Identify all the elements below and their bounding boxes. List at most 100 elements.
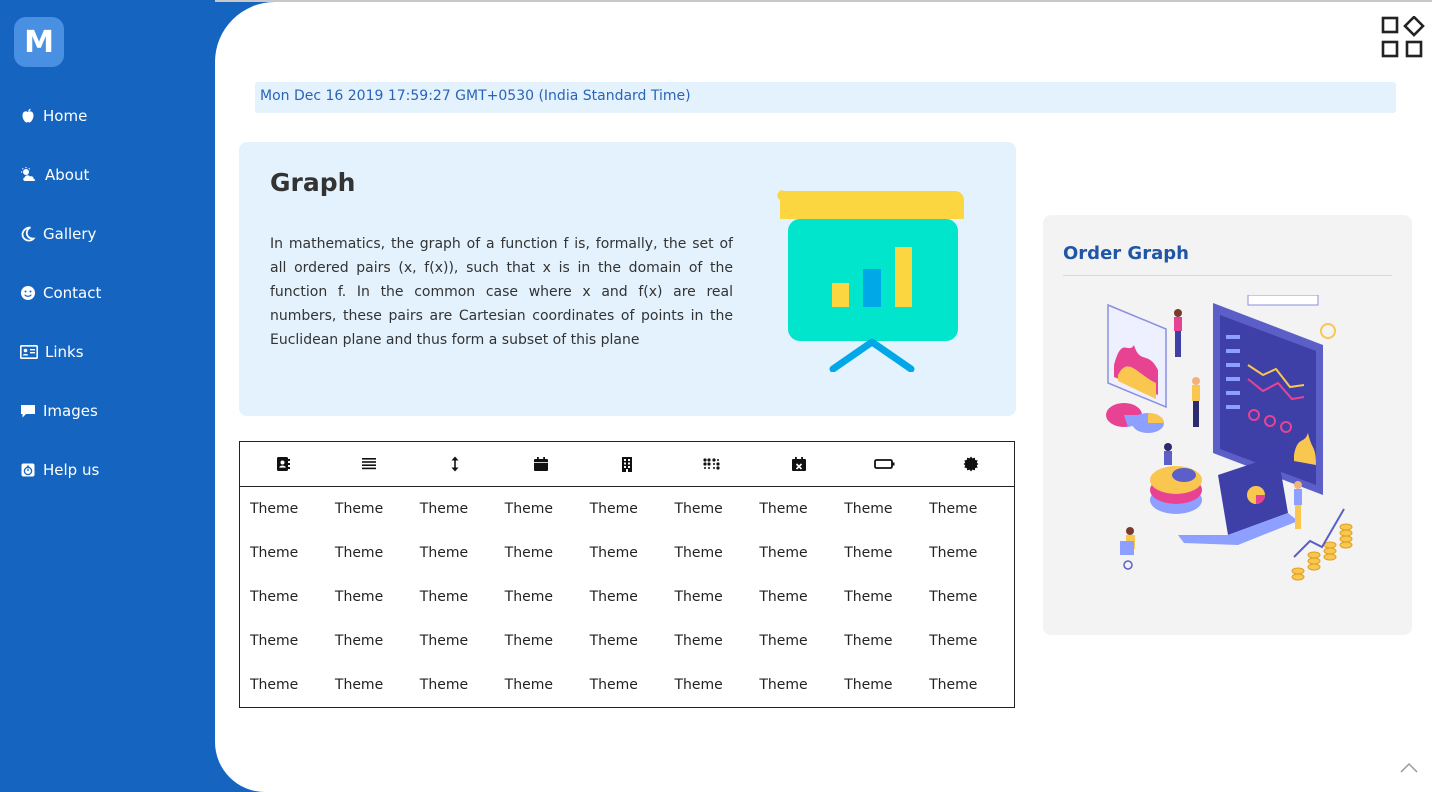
nav-item-home[interactable]: Home — [20, 103, 87, 129]
table-header-cell[interactable] — [584, 442, 670, 486]
smile-icon — [21, 286, 35, 300]
table-cell: Theme — [334, 545, 384, 561]
address-book-icon — [277, 457, 290, 471]
building-icon — [622, 457, 632, 472]
nav-item-contact[interactable]: Contact — [20, 280, 101, 306]
nav-label: About — [45, 166, 90, 184]
table-cell: Theme — [589, 589, 638, 605]
table-cell: Theme — [250, 501, 299, 517]
scroll-up-chevron-icon[interactable] — [1399, 760, 1419, 774]
table-cell: Theme — [250, 545, 299, 561]
sidebar: M Home About Gallery Contact Links Image… — [0, 0, 215, 792]
table-cell: Theme — [929, 501, 978, 517]
table-cell: Theme — [504, 501, 553, 517]
table-cell: Theme — [504, 589, 553, 605]
nav-label: Links — [45, 343, 84, 361]
nav-item-help-us[interactable]: Help us — [20, 457, 99, 483]
table-cell: Theme — [844, 545, 893, 561]
table-cell: Theme — [589, 545, 638, 561]
divider — [1063, 275, 1392, 276]
table-cell: Theme — [250, 677, 299, 693]
graph-title: Graph — [270, 168, 356, 197]
table-cell: Theme — [674, 501, 723, 517]
apple-icon — [22, 108, 34, 123]
table-cell: Theme — [759, 633, 808, 649]
analytics-dashboard-illustration — [1106, 295, 1353, 581]
table-cell: Theme — [674, 677, 723, 693]
table-cell: Theme — [844, 633, 893, 649]
table-cell: Theme — [929, 545, 978, 561]
table-cell: Theme — [419, 545, 469, 561]
table-cell: Theme — [844, 501, 893, 517]
order-graph-card: Order Graph — [1043, 215, 1412, 635]
nav-item-links[interactable]: Links — [20, 339, 84, 365]
nav-item-images[interactable]: Images — [20, 398, 98, 424]
table-cell: Theme — [419, 589, 469, 605]
main-content: Mon Dec 16 2019 17:59:27 GMT+0530 (India… — [215, 2, 1432, 792]
presentation-chart-illustration — [777, 190, 964, 372]
apps-grid-icon[interactable] — [1381, 16, 1425, 60]
table-header-cell[interactable] — [928, 442, 1014, 486]
table-cell: Theme — [334, 633, 384, 649]
table-cell: Theme — [759, 501, 808, 517]
table-cell: Theme — [674, 589, 723, 605]
nav-item-about[interactable]: About — [20, 162, 89, 188]
table-row: Theme Theme Theme Theme Theme Theme Theme Theme… — [240, 487, 1014, 531]
table-header-cell[interactable] — [326, 442, 412, 486]
table-header-cell[interactable] — [842, 442, 928, 486]
calendar-icon — [534, 457, 548, 471]
order-graph-title: Order Graph — [1063, 243, 1189, 264]
table-cell: Theme — [504, 545, 553, 561]
table-cell: Theme — [334, 589, 384, 605]
table-row: Theme Theme Theme Theme Theme Theme Theme Theme… — [240, 531, 1014, 575]
table-cell: Theme — [334, 501, 384, 517]
table-cell: Theme — [674, 633, 723, 649]
nav-label: Help us — [43, 461, 100, 479]
table-cell: Theme — [250, 633, 299, 649]
table-cell: Theme — [929, 677, 978, 693]
nav-item-gallery[interactable]: Gallery — [20, 221, 96, 247]
table-header-row — [240, 442, 1014, 487]
table-cell: Theme — [419, 501, 469, 517]
nav-label: Contact — [43, 284, 102, 302]
table-header-cell[interactable] — [670, 442, 756, 486]
table-cell: Theme — [504, 633, 553, 649]
table-cell: Theme — [844, 677, 893, 693]
table-header-cell[interactable] — [240, 442, 326, 486]
table-cell: Theme — [929, 589, 978, 605]
certificate-icon — [963, 456, 979, 472]
stopwatch-icon — [21, 463, 35, 477]
braille-icon — [703, 458, 720, 470]
table-cell: Theme — [504, 677, 553, 693]
nav-label: Gallery — [43, 225, 97, 243]
table-cell: Theme — [589, 633, 638, 649]
table-cell: Theme — [674, 545, 723, 561]
nav-label: Images — [43, 402, 98, 420]
table-body: Theme Theme Theme Theme Theme Theme Theme Theme… — [240, 487, 1014, 707]
table-cell: Theme — [759, 677, 808, 693]
table-cell: Theme — [844, 589, 893, 605]
nav-label: Home — [43, 107, 88, 125]
table-header-cell[interactable] — [756, 442, 842, 486]
table-header-cell[interactable] — [498, 442, 584, 486]
table-cell: Theme — [334, 677, 384, 693]
id-card-icon — [20, 345, 38, 359]
logo[interactable]: M — [14, 17, 64, 67]
arrows-vertical-icon — [451, 456, 459, 472]
table-cell: Theme — [589, 677, 638, 693]
table-cell: Theme — [250, 589, 299, 605]
graph-description: In mathematics, the graph of a function … — [270, 236, 733, 348]
graph-card: Graph In mathematics, the graph of a fun… — [239, 142, 1016, 416]
align-justify-icon — [362, 458, 376, 470]
calendar-times-icon — [792, 457, 806, 471]
table-cell: Theme — [759, 589, 808, 605]
battery-empty-icon — [874, 459, 895, 469]
date-display: Mon Dec 16 2019 17:59:27 GMT+0530 (India… — [255, 82, 1396, 113]
comment-icon — [21, 405, 35, 418]
table-cell: Theme — [929, 633, 978, 649]
table-cell: Theme — [419, 633, 469, 649]
moon-icon — [21, 226, 36, 242]
table-header-cell[interactable] — [412, 442, 498, 486]
table-cell: Theme — [759, 545, 808, 561]
table-row: Theme Theme Theme Theme Theme Theme Theme Theme… — [240, 575, 1014, 619]
